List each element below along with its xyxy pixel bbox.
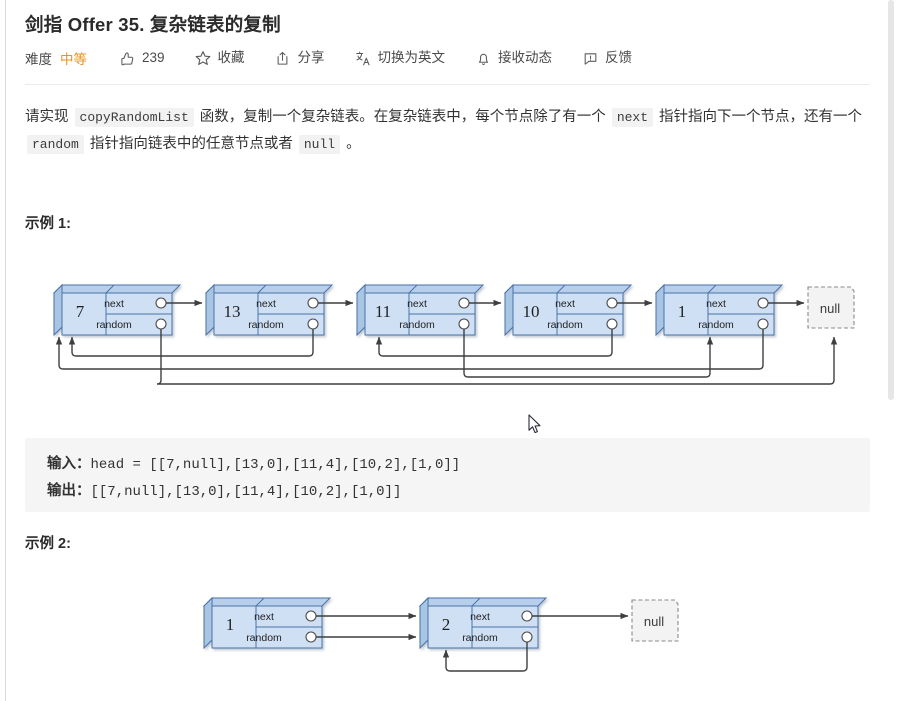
node-random-label: random [462,632,498,644]
problem-toolbar: 难度 中等 239 收藏 分享 切换为英文 接收动态 反馈 [25,47,632,69]
node-next-label: next [706,298,726,310]
diagram2-node-1: 1 next random [203,597,331,649]
random-pointer-dot [305,631,317,643]
node-value-label: 10 [523,302,540,321]
code-next: next [611,108,654,127]
share-button[interactable]: 分享 [275,50,325,66]
desc-text-3: 指针指向下一个节点，还有一个 [655,109,863,125]
node-next-label: next [555,298,575,310]
like-count: 239 [142,50,165,66]
next-pointer-dot [521,610,533,622]
io-output-line: 输出：[[7,null],[13,0],[11,4],[10,2],[1,0]] [47,479,401,500]
next-pointer-dot [155,297,167,309]
node-value-label: 2 [442,615,451,634]
feedback-label: 反馈 [605,50,633,66]
problem-description: 请实现 copyRandomList 函数，复制一个复杂链表。在复杂链表中，每个… [25,104,865,158]
node-next-label: next [470,611,490,623]
node-next-label: next [256,298,276,310]
io-input-value: head = [[7,null],[13,0],[11,4],[10,2],[1… [90,457,461,473]
desc-text-2: 函数，复制一个复杂链表。在复杂链表中，每个节点除了有一个 [195,109,610,125]
example-1-heading: 示例 1: [25,216,71,232]
io-input-line: 输入：head = [[7,null],[13,0],[11,4],[10,2]… [47,452,460,473]
problem-content: 剑指 Offer 35. 复杂链表的复制 难度 中等 239 收藏 分享 切换为… [6,0,878,701]
translate-icon [355,50,371,66]
node-random-label: random [248,319,284,331]
share-label: 分享 [297,50,325,66]
null-label: null [644,614,664,629]
vertical-scrollbar-thumb[interactable] [888,0,894,400]
header-divider [25,84,870,85]
null-label: null [820,301,840,316]
code-null: null [298,135,341,154]
star-icon [195,50,211,66]
node-value-label: 1 [678,302,687,321]
feedback-icon [582,50,598,66]
next-pointer-dot [305,610,317,622]
example-1-io-block: 输入：head = [[7,null],[13,0],[11,4],[10,2]… [25,438,870,512]
feedback-button[interactable]: 反馈 [582,50,632,66]
node-random-label: random [698,319,734,331]
diagram2-null-box: null [631,599,679,642]
random-pointer-dot [155,318,167,330]
example-2-heading: 示例 2: [25,536,71,552]
difficulty-value: 中等 [60,52,87,67]
next-pointer-dot [307,297,319,309]
node-value-label: 1 [226,615,235,634]
random-arrows [55,329,838,385]
random-pointer-dot [307,318,319,330]
diagram-node-7: 7 next random [53,284,181,336]
example-2-diagram: 1 next random 2 next random null [6,580,878,690]
diagram-node-10: 10 next random [504,284,632,336]
diagram-node-13: 13 next random [205,284,333,336]
random-pointer-dot [521,631,533,643]
node-value-label: 7 [76,302,85,321]
node-next-label: next [407,298,427,310]
node-random-label: random [246,632,282,644]
translate-button[interactable]: 切换为英文 [355,50,446,66]
vertical-scrollbar-track[interactable] [888,0,899,701]
share-icon [275,50,291,66]
node-next-label: next [254,611,274,623]
node-value-label: 11 [375,302,391,321]
io-input-label: 输入： [47,456,91,472]
node-random-label: random [96,319,132,331]
node-random-label: random [547,319,583,331]
code-random: random [27,135,84,154]
translate-label: 切换为英文 [377,50,446,66]
diagram-node-11: 11 next random [356,284,484,336]
io-output-value: [[7,null],[13,0],[11,4],[10,2],[1,0]] [90,484,402,500]
page-title: 剑指 Offer 35. 复杂链表的复制 [25,14,281,35]
desc-text-4: 指针指向链表中的任意节点或者 [85,136,297,152]
random-pointer-dot [458,318,470,330]
io-output-label: 输出： [47,483,91,499]
thumbs-up-icon [119,50,135,66]
random-pointer-dot [606,318,618,330]
node-value-label: 13 [224,302,241,321]
node-random-label: random [399,319,435,331]
subscribe-label: 接收动态 [498,50,553,66]
like-button[interactable]: 239 [119,50,165,66]
favorite-label: 收藏 [217,50,245,66]
next-pointer-dot [757,297,769,309]
next-pointer-dot [606,297,618,309]
node-next-label: next [104,298,124,310]
next-pointer-dot [458,297,470,309]
example-1-diagram: 7 next random 13 next random 11 next ran… [6,255,878,405]
diagram-node-1: 1 next random [655,284,783,336]
desc-text-1: 请实现 [25,109,73,125]
bell-icon [475,50,491,66]
desc-text-5: 。 [342,136,361,152]
favorite-button[interactable]: 收藏 [195,50,245,66]
diagram-null-box: null [807,286,855,329]
code-copyRandomList: copyRandomList [74,108,194,127]
page-root: 剑指 Offer 35. 复杂链表的复制 难度 中等 239 收藏 分享 切换为… [0,0,899,701]
random-arrow-11-to-1 [463,329,714,378]
difficulty-label: 难度 [25,52,52,67]
diagram2-node-2: 2 next random [419,597,547,649]
subscribe-button[interactable]: 接收动态 [475,50,552,66]
random-pointer-dot [757,318,769,330]
